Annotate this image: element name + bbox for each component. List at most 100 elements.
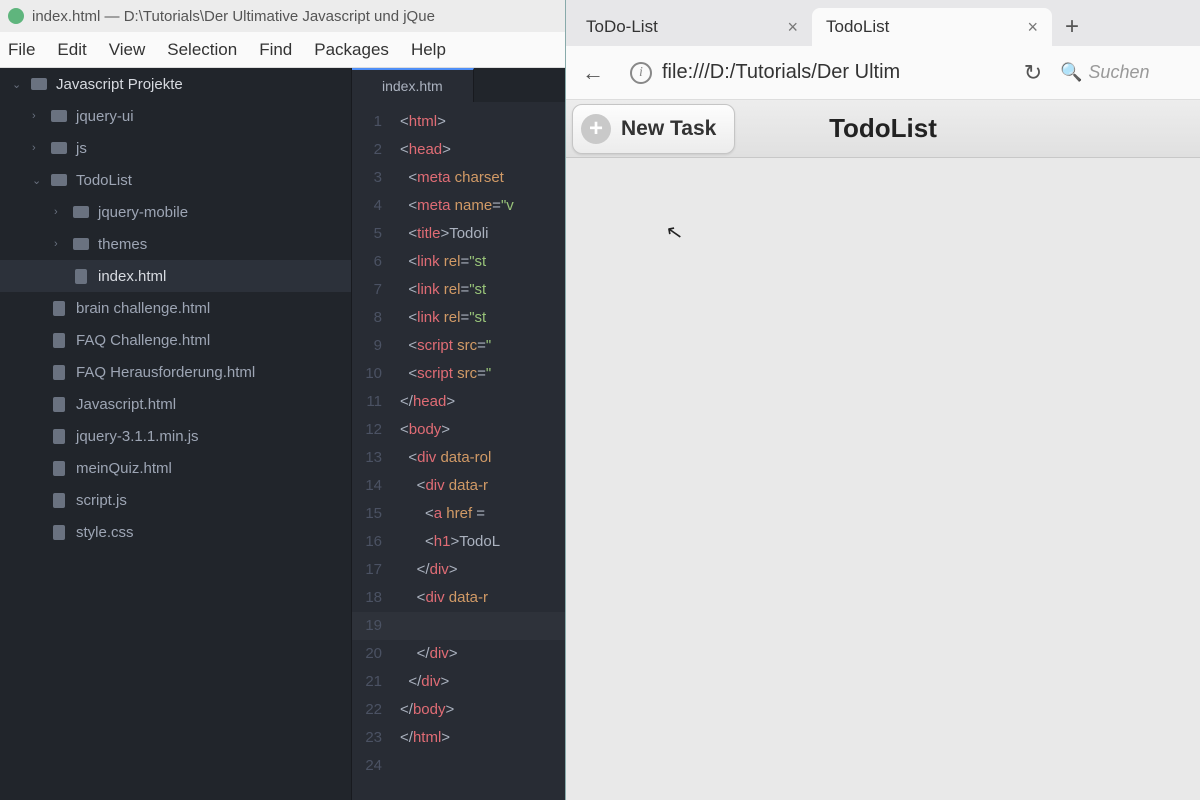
editor-title-text: index.html — D:\Tutorials\Der Ultimative… [32,8,435,25]
menu-file[interactable]: File [8,40,35,60]
menu-view[interactable]: View [109,40,146,60]
menu-find[interactable]: Find [259,40,292,60]
tree-folder-todolist[interactable]: ⌄TodoList [0,164,351,196]
file-icon [50,460,68,476]
code-line[interactable]: <a href = [396,500,485,528]
chevron-icon: › [54,238,64,250]
new-tab-button[interactable]: + [1052,8,1092,46]
tree-root[interactable]: ⌄ Javascript Projekte [0,68,351,100]
tree-item-label: FAQ Herausforderung.html [76,364,255,381]
menu-packages[interactable]: Packages [314,40,389,60]
line-number: 13 [352,444,396,472]
code-line[interactable]: </div> [396,556,458,584]
page-header: + New Task TodoList [566,100,1200,158]
mouse-cursor-icon: ↖ [664,219,685,247]
code-line[interactable]: <meta charset [396,164,504,192]
page-viewport: + New Task TodoList ↖ [566,100,1200,800]
file-icon [50,428,68,444]
tree-folder-themes[interactable]: ›themes [0,228,351,260]
tree-file-meinquiz-html[interactable]: meinQuiz.html [0,452,351,484]
code-line[interactable]: <html> [396,108,446,136]
close-icon[interactable]: × [1027,17,1038,38]
tree-file-style-css[interactable]: style.css [0,516,351,548]
code-line[interactable]: </body> [396,696,454,724]
tree-item-label: Javascript.html [76,396,176,413]
url-text: file:///D:/Tutorials/Der Ultim [662,61,900,84]
browser-tab-1[interactable]: TodoList× [812,8,1052,46]
file-icon [50,396,68,412]
line-number: 7 [352,276,396,304]
file-icon [50,300,68,316]
url-bar[interactable]: i file:///D:/Tutorials/Der Ultim [620,54,1006,92]
line-number: 18 [352,584,396,612]
line-number: 15 [352,500,396,528]
code-editor[interactable]: 1<html>2<head>3 <meta charset4 <meta nam… [352,102,565,800]
browser-tab-0[interactable]: ToDo-List × [572,8,812,46]
tree-folder-js[interactable]: ›js [0,132,351,164]
file-icon [50,364,68,380]
menu-edit[interactable]: Edit [57,40,86,60]
new-task-button[interactable]: + New Task [572,104,735,154]
code-line[interactable]: <h1>TodoL [396,528,500,556]
tree-item-label: script.js [76,492,127,509]
code-line[interactable]: <body> [396,416,450,444]
new-task-label: New Task [621,117,716,141]
code-line[interactable]: <link rel="st [396,248,486,276]
code-line[interactable]: <head> [396,136,451,164]
chevron-icon: ⌄ [32,174,42,187]
code-line[interactable]: <meta name="v [396,192,514,220]
close-icon[interactable]: × [787,17,798,38]
plus-icon: + [581,114,611,144]
code-line[interactable]: <title>Todoli [396,220,488,248]
page-title: TodoList [829,113,937,144]
code-line[interactable]: </head> [396,388,455,416]
line-number: 23 [352,724,396,752]
code-line[interactable]: <link rel="st [396,276,486,304]
chevron-icon: › [32,142,42,154]
code-line[interactable]: </html> [396,724,450,752]
editor-tab-index[interactable]: index.htm [352,68,474,102]
tree-file-index-html[interactable]: index.html [0,260,351,292]
tree-file-faq-herausforderung-html[interactable]: FAQ Herausforderung.html [0,356,351,388]
line-number: 1 [352,108,396,136]
code-line[interactable]: <script src=" [396,360,491,388]
code-line[interactable] [396,612,400,640]
code-line[interactable]: </div> [396,668,449,696]
info-icon[interactable]: i [630,62,652,84]
folder-icon [30,76,48,92]
code-line[interactable]: <div data-r [396,584,488,612]
tree-file-javascript-html[interactable]: Javascript.html [0,388,351,420]
tree-item-label: jquery-3.1.1.min.js [76,428,199,445]
folder-icon [72,204,90,220]
code-line[interactable]: </div> [396,640,458,668]
tree-item-label: meinQuiz.html [76,460,172,477]
tree-file-brain-challenge-html[interactable]: brain challenge.html [0,292,351,324]
line-number: 24 [352,752,396,780]
tree-item-label: style.css [76,524,134,541]
line-number: 2 [352,136,396,164]
search-box[interactable]: 🔍 Suchen [1060,54,1190,92]
tree-file-jquery-3-1-1-min-js[interactable]: jquery-3.1.1.min.js [0,420,351,452]
back-button[interactable]: ← [576,56,610,90]
menu-selection[interactable]: Selection [167,40,237,60]
tree-folder-jquery-ui[interactable]: ›jquery-ui [0,100,351,132]
tree-folder-jquery-mobile[interactable]: ›jquery-mobile [0,196,351,228]
line-number: 22 [352,696,396,724]
code-line[interactable]: <script src=" [396,332,491,360]
code-line[interactable] [396,752,400,780]
browser-tab-label: ToDo-List [586,17,658,37]
tree-file-script-js[interactable]: script.js [0,484,351,516]
browser-window: ToDo-List×TodoList×+ ← i file:///D:/Tuto… [565,0,1200,800]
tree-file-faq-challenge-html[interactable]: FAQ Challenge.html [0,324,351,356]
file-tree[interactable]: ⌄ Javascript Projekte ›jquery-ui›js⌄Todo… [0,68,352,800]
file-icon [50,492,68,508]
code-line[interactable]: <div data-r [396,472,488,500]
line-number: 16 [352,528,396,556]
code-line[interactable]: <link rel="st [396,304,486,332]
line-number: 12 [352,416,396,444]
file-icon [50,332,68,348]
code-line[interactable]: <div data-rol [396,444,491,472]
search-placeholder: Suchen [1088,62,1149,83]
reload-button[interactable]: ↻ [1016,56,1050,90]
menu-help[interactable]: Help [411,40,446,60]
